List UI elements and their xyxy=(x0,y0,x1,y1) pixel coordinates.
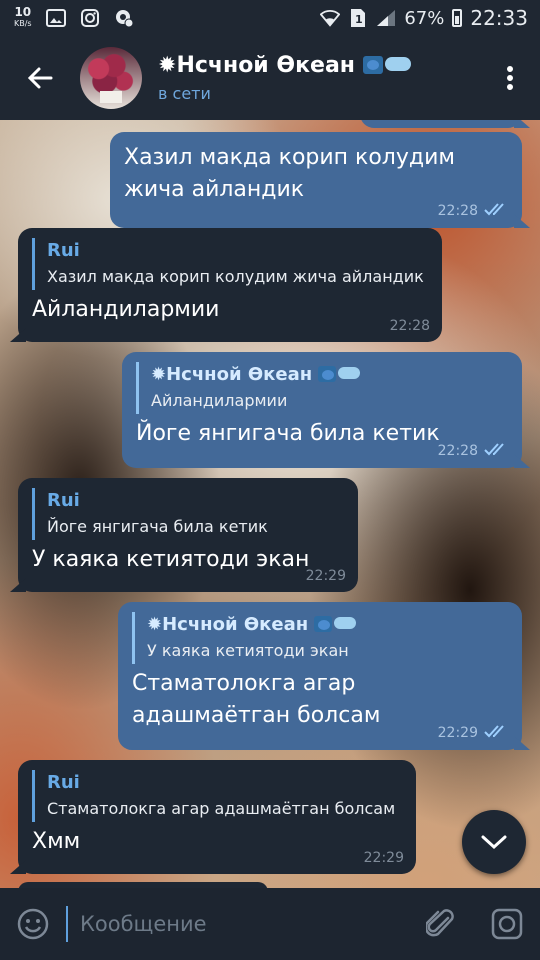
emoji-button[interactable] xyxy=(0,888,66,960)
read-check-icon xyxy=(484,201,510,220)
chat-info[interactable]: ✹Нсчной Өкеан в сети xyxy=(158,53,411,103)
read-check-icon xyxy=(484,723,510,742)
reply-text: Хазил макда корип колудим жича айландик xyxy=(47,267,424,286)
signal-icon xyxy=(376,8,396,28)
message-meta: 22:28 xyxy=(438,441,510,460)
reply-author: ✹Нсчной Өкеан xyxy=(151,362,508,388)
message-time: 22:29 xyxy=(437,724,478,741)
battery-percent: 67% xyxy=(404,7,445,29)
avatar[interactable] xyxy=(80,47,142,109)
message-bubble-out[interactable]: ✹Нсчной Өкеан Айландилармии Йоге янгигач… xyxy=(122,352,522,468)
message-bubble-out[interactable]: ✹Нсчной Өкеан У каяка кетиятоди экан Ста… xyxy=(118,602,522,750)
reply-author: ✹Нсчной Өкеан xyxy=(147,612,508,638)
sim-icon: 1 xyxy=(348,8,368,28)
cloud-emoji-icon xyxy=(338,367,361,379)
reply-author: Rui xyxy=(47,490,80,511)
message-input[interactable] xyxy=(66,906,408,942)
svg-text:1: 1 xyxy=(355,13,363,26)
message-time: 22:28 xyxy=(437,202,478,219)
paperclip-icon xyxy=(426,909,454,937)
reply-quote[interactable]: ✹Нсчной Өкеан У каяка кетиятоди экан xyxy=(132,612,508,664)
message-meta: 22:29 xyxy=(364,850,404,866)
message-bubble-in[interactable]: Rui Йоге янгигача била кетик У каяка кет… xyxy=(18,478,358,592)
message-meta: 22:28 xyxy=(438,201,510,220)
more-vert-icon xyxy=(507,66,513,90)
net-speed: 10 KB/s xyxy=(14,5,32,28)
reply-quote[interactable]: ✹Нсчной Өкеан Айландилармии xyxy=(136,362,508,414)
message-text: У каяка кетиятоди экан xyxy=(32,547,310,572)
reply-quote[interactable]: Rui Йоге янгигача била кетик xyxy=(32,488,344,540)
message-time: 22:29 xyxy=(305,568,346,584)
chat-title: ✹Нсчной Өкеан xyxy=(158,53,411,78)
message-bubble-in[interactable]: Rui Стаматолокга агар адашмаётган болсам… xyxy=(18,760,416,874)
status-bar: 10 KB/s 1 67% 22:33 xyxy=(0,0,540,36)
emoji-icon xyxy=(17,908,49,940)
reply-author: Rui xyxy=(47,240,80,261)
instagram-icon xyxy=(80,8,100,28)
message-bubble-in[interactable]: Rui Хазил макда корип колудим жича айлан… xyxy=(18,228,442,342)
message-time: 22:28 xyxy=(437,442,478,459)
night-emoji-icon xyxy=(318,366,337,382)
message-meta: 22:29 xyxy=(438,723,510,742)
camera-icon xyxy=(491,908,523,940)
message-meta: 22:28 xyxy=(390,318,430,334)
settings-icon xyxy=(114,8,134,28)
message-bubble-out[interactable]: Хазил макда корип колудим жича айландик … xyxy=(110,132,522,228)
camera-button[interactable] xyxy=(474,888,540,960)
reply-quote[interactable]: Rui Стаматолокга агар адашмаётган болсам xyxy=(32,770,402,822)
message-text: Хмм xyxy=(32,829,81,854)
scroll-down-button[interactable] xyxy=(462,810,526,874)
back-button[interactable] xyxy=(0,36,80,120)
wifi-icon xyxy=(320,8,341,28)
battery-icon xyxy=(452,9,463,27)
message-meta: 22:29 xyxy=(306,568,346,584)
reply-text: Йоге янгигача била кетик xyxy=(47,517,268,536)
reply-text: Стаматолокга агар адашмаётган болсам xyxy=(47,799,396,818)
message-bubble-partial xyxy=(360,120,522,128)
reply-text: Айландилармии xyxy=(151,391,288,410)
cloud-emoji-icon xyxy=(334,617,357,629)
message-input-bar xyxy=(0,888,540,960)
message-time: 22:28 xyxy=(389,318,430,334)
message-input-wrapper xyxy=(66,888,408,960)
cloud-emoji-icon xyxy=(384,57,411,71)
gallery-icon xyxy=(45,8,66,28)
reply-quote[interactable]: Rui Хазил макда корип колудим жича айлан… xyxy=(32,238,428,290)
night-emoji-icon xyxy=(314,616,333,632)
back-arrow-icon xyxy=(27,67,53,89)
reply-text: У каяка кетиятоди экан xyxy=(147,641,349,660)
chevron-down-icon xyxy=(481,835,507,850)
attach-button[interactable] xyxy=(408,888,474,960)
more-menu-button[interactable] xyxy=(480,36,540,120)
read-check-icon xyxy=(484,441,510,460)
chat-header: ✹Нсчной Өкеан в сети xyxy=(0,36,540,120)
message-time: 22:29 xyxy=(363,850,404,866)
message-text: Айландилармии xyxy=(32,297,220,322)
online-status: в сети xyxy=(158,84,211,103)
night-emoji-icon xyxy=(362,56,383,74)
clock: 22:33 xyxy=(470,6,528,30)
message-list[interactable]: Хазил макда корип колудим жича айландик … xyxy=(0,120,540,890)
message-text: Хазил макда корип колудим жича айландик xyxy=(124,145,455,202)
reply-author: Rui xyxy=(47,772,80,793)
